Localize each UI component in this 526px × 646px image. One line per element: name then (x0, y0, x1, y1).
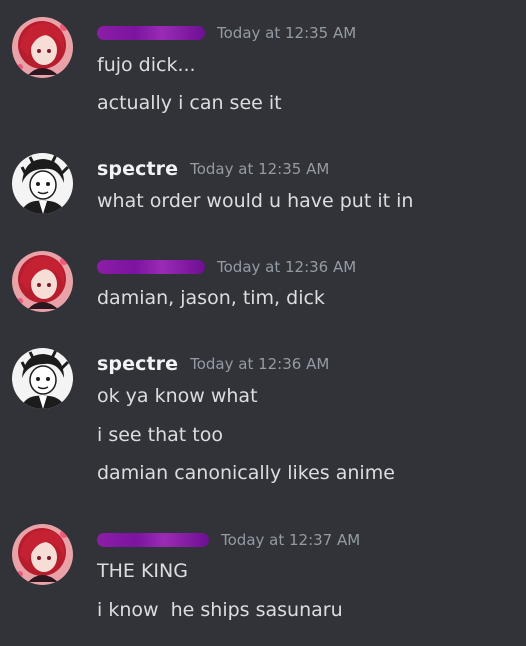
message-header: Today at 12:37 AM (97, 528, 360, 552)
redacted-username (97, 26, 205, 40)
message-timestamp: Today at 12:35 AM (190, 160, 330, 178)
message-header: spectre Today at 12:35 AM (97, 157, 329, 181)
message-text: damian, jason, tim, dick (97, 287, 325, 309)
red-haired-avatar-icon[interactable] (12, 251, 73, 312)
sketch-portrait-avatar-icon[interactable] (12, 348, 73, 409)
message-text: damian canonically likes anime (97, 462, 395, 484)
chat-log: Today at 12:35 AM fujo dick... actually … (0, 0, 526, 646)
red-haired-avatar-icon[interactable] (12, 524, 73, 585)
sketch-portrait-avatar-icon[interactable] (12, 153, 73, 214)
message-text: fujo dick... (97, 54, 196, 76)
message-text: ok ya know what (97, 385, 258, 407)
message-timestamp: Today at 12:36 AM (190, 355, 330, 373)
message-text: actually i can see it (97, 92, 282, 114)
red-haired-avatar-icon[interactable] (12, 17, 73, 78)
message-text: i see that too (97, 424, 223, 446)
message-text: i know he ships sasunaru (97, 599, 343, 621)
message-timestamp: Today at 12:37 AM (221, 531, 361, 549)
username[interactable]: spectre (97, 353, 178, 375)
message-text: what order would u have put it in (97, 190, 414, 212)
redacted-username (97, 260, 205, 274)
message-header: Today at 12:36 AM (97, 255, 356, 279)
message-timestamp: Today at 12:36 AM (217, 258, 357, 276)
message-timestamp: Today at 12:35 AM (217, 24, 357, 42)
redacted-username (97, 533, 209, 547)
message-header: spectre Today at 12:36 AM (97, 352, 329, 376)
message-text: THE KING (97, 560, 188, 582)
username[interactable]: spectre (97, 158, 178, 180)
message-header: Today at 12:35 AM (97, 21, 356, 45)
